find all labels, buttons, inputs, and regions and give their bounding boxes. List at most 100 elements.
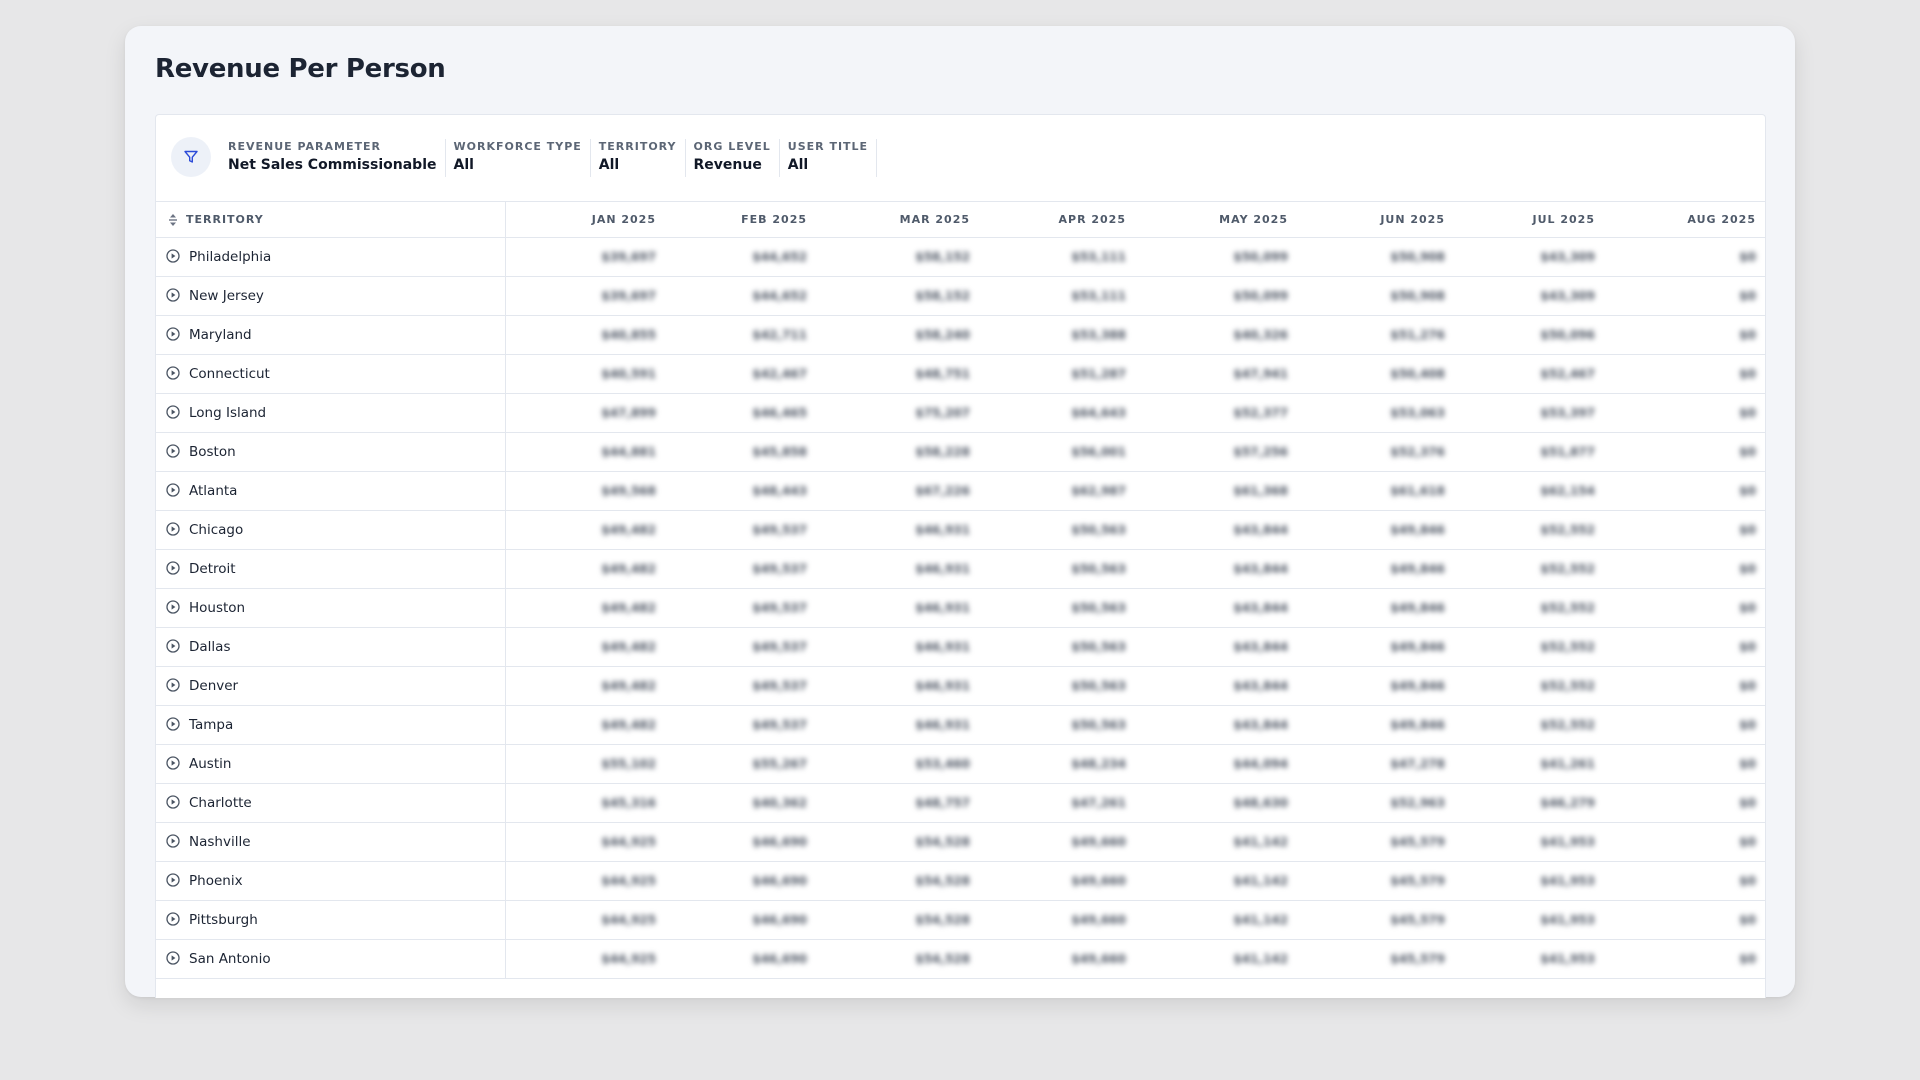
expand-row-icon[interactable] bbox=[166, 249, 180, 263]
value-cell: $49,482 bbox=[601, 679, 656, 693]
month-column-header[interactable]: Jun 2025 bbox=[1305, 202, 1445, 237]
value-cell: $51,276 bbox=[1390, 328, 1445, 342]
table-panel: Revenue Parameter Net Sales Commissionabl… bbox=[155, 114, 1766, 998]
month-column-header[interactable]: May 2025 bbox=[1148, 202, 1288, 237]
territory-cell: Phoenix bbox=[156, 862, 506, 900]
value-cell: $46,931 bbox=[915, 718, 970, 732]
table-row[interactable]: New Jersey $39,697 $44,652 $58,152 $53,111 $5… bbox=[156, 277, 1765, 316]
value-cell: $75,207 bbox=[915, 406, 970, 420]
territory-name: New Jersey bbox=[189, 288, 264, 304]
value-cell: $40,591 bbox=[601, 367, 656, 381]
filter-button[interactable] bbox=[171, 137, 211, 177]
table-row[interactable]: Pittsburgh $44,925 $46,690 $54,528 $49,660 $4… bbox=[156, 901, 1765, 940]
sort-icon[interactable] bbox=[167, 213, 179, 227]
value-cell: $0 bbox=[1739, 484, 1756, 498]
month-column-header[interactable]: Feb 2025 bbox=[667, 202, 807, 237]
expand-row-icon[interactable] bbox=[166, 951, 180, 965]
territory-name: Detroit bbox=[189, 561, 236, 577]
table-row[interactable]: Tampa $49,482 $49,537 $46,931 $50,563 $43,844… bbox=[156, 706, 1765, 745]
value-cell: $44,881 bbox=[601, 445, 656, 459]
month-column-header[interactable]: Jul 2025 bbox=[1455, 202, 1595, 237]
expand-row-icon[interactable] bbox=[166, 444, 180, 458]
table-row[interactable]: Maryland $40,855 $42,711 $58,240 $53,388 $40,… bbox=[156, 316, 1765, 355]
table-row[interactable]: Connecticut $40,591 $42,467 $48,751 $51,287 $… bbox=[156, 355, 1765, 394]
expand-row-icon[interactable] bbox=[166, 327, 180, 341]
expand-row-icon[interactable] bbox=[166, 561, 180, 575]
value-cell: $47,278 bbox=[1390, 757, 1445, 771]
territory-name: Connecticut bbox=[189, 366, 270, 382]
value-cell: $0 bbox=[1739, 874, 1756, 888]
table-row[interactable]: Phoenix $44,925 $46,690 $54,528 $49,660 $41,1… bbox=[156, 862, 1765, 901]
value-cell: $0 bbox=[1739, 406, 1756, 420]
value-cell: $0 bbox=[1739, 757, 1756, 771]
territory-cell: New Jersey bbox=[156, 277, 506, 315]
value-cell: $0 bbox=[1739, 523, 1756, 537]
value-cell: $40,362 bbox=[752, 796, 807, 810]
territory-column-header[interactable]: Territory bbox=[156, 202, 506, 237]
table-header: Territory Jan 2025 Feb 2025 Mar 2025 Apr 20… bbox=[156, 202, 1765, 238]
value-cell: $49,846 bbox=[1390, 523, 1445, 537]
expand-row-icon[interactable] bbox=[166, 756, 180, 770]
value-cell: $0 bbox=[1739, 367, 1756, 381]
month-column-header[interactable]: Mar 2025 bbox=[830, 202, 970, 237]
filter-user-title[interactable]: User Title All bbox=[780, 139, 878, 177]
month-column-header[interactable]: Jan 2025 bbox=[516, 202, 656, 237]
expand-row-icon[interactable] bbox=[166, 795, 180, 809]
expand-row-icon[interactable] bbox=[166, 834, 180, 848]
value-cell: $53,111 bbox=[1071, 289, 1126, 303]
table-row[interactable]: Nashville $44,925 $46,690 $54,528 $49,660 $41… bbox=[156, 823, 1765, 862]
value-cell: $46,690 bbox=[752, 874, 807, 888]
value-cell: $53,388 bbox=[1071, 328, 1126, 342]
value-cell: $67,226 bbox=[915, 484, 970, 498]
expand-row-icon[interactable] bbox=[166, 600, 180, 614]
table-row[interactable]: Houston $49,482 $49,537 $46,931 $50,563 $43,8… bbox=[156, 589, 1765, 628]
filter-revenue-parameter[interactable]: Revenue Parameter Net Sales Commissionabl… bbox=[220, 139, 446, 177]
expand-row-icon[interactable] bbox=[166, 366, 180, 380]
filter-value: All bbox=[453, 157, 474, 173]
expand-row-icon[interactable] bbox=[166, 717, 180, 731]
expand-row-icon[interactable] bbox=[166, 678, 180, 692]
table-row[interactable]: Detroit $49,482 $49,537 $46,931 $50,563 $43,8… bbox=[156, 550, 1765, 589]
value-cell: $46,465 bbox=[752, 406, 807, 420]
value-cell: $49,482 bbox=[601, 718, 656, 732]
expand-row-icon[interactable] bbox=[166, 912, 180, 926]
expand-row-icon[interactable] bbox=[166, 522, 180, 536]
table-row[interactable]: Chicago $49,482 $49,537 $46,931 $50,563 $43,8… bbox=[156, 511, 1765, 550]
value-cell: $51,877 bbox=[1540, 445, 1595, 459]
value-cell: $50,563 bbox=[1071, 718, 1126, 732]
month-column-header[interactable]: Aug 2025 bbox=[1616, 202, 1756, 237]
table-row[interactable]: Denver $49,482 $49,537 $46,931 $50,563 $43,84… bbox=[156, 667, 1765, 706]
territory-cell: Connecticut bbox=[156, 355, 506, 393]
value-cell: $47,941 bbox=[1233, 367, 1288, 381]
filter-workforce-type[interactable]: Workforce Type All bbox=[446, 139, 591, 177]
table-row[interactable]: Long Island $47,899 $46,465 $75,207 $64,643 $… bbox=[156, 394, 1765, 433]
expand-row-icon[interactable] bbox=[166, 873, 180, 887]
value-cell: $55,267 bbox=[752, 757, 807, 771]
table-row[interactable]: Austin $55,102 $55,267 $53,460 $48,234 $44,09… bbox=[156, 745, 1765, 784]
filter-label: Revenue Parameter bbox=[228, 140, 381, 153]
table-row[interactable]: San Antonio $44,925 $46,690 $54,528 $49,660 $… bbox=[156, 940, 1765, 979]
table-row[interactable]: Boston $44,881 $45,858 $58,228 $56,001 $57,25… bbox=[156, 433, 1765, 472]
expand-row-icon[interactable] bbox=[166, 405, 180, 419]
month-column-header[interactable]: Apr 2025 bbox=[986, 202, 1126, 237]
value-cell: $49,846 bbox=[1390, 718, 1445, 732]
filter-org-level[interactable]: Org Level Revenue bbox=[686, 139, 780, 177]
table-row[interactable]: Charlotte $45,316 $40,362 $48,757 $47,261 $48… bbox=[156, 784, 1765, 823]
expand-row-icon[interactable] bbox=[166, 639, 180, 653]
value-cell: $50,908 bbox=[1390, 289, 1445, 303]
territory-cell: Chicago bbox=[156, 511, 506, 549]
territory-name: Maryland bbox=[189, 327, 252, 343]
territory-name: Houston bbox=[189, 600, 246, 616]
expand-row-icon[interactable] bbox=[166, 483, 180, 497]
value-cell: $48,751 bbox=[915, 367, 970, 381]
territory-cell: Tampa bbox=[156, 706, 506, 744]
table-row[interactable]: Philadelphia $39,697 $44,652 $58,152 $53,111… bbox=[156, 238, 1765, 277]
value-cell: $50,096 bbox=[1540, 328, 1595, 342]
table-row[interactable]: Atlanta $49,568 $48,443 $67,226 $62,987 $61,3… bbox=[156, 472, 1765, 511]
filter-territory[interactable]: Territory All bbox=[591, 139, 686, 177]
value-cell: $45,858 bbox=[752, 445, 807, 459]
territory-name: Chicago bbox=[189, 522, 244, 538]
value-cell: $0 bbox=[1739, 718, 1756, 732]
expand-row-icon[interactable] bbox=[166, 288, 180, 302]
table-row[interactable]: Dallas $49,482 $49,537 $46,931 $50,563 $43,84… bbox=[156, 628, 1765, 667]
